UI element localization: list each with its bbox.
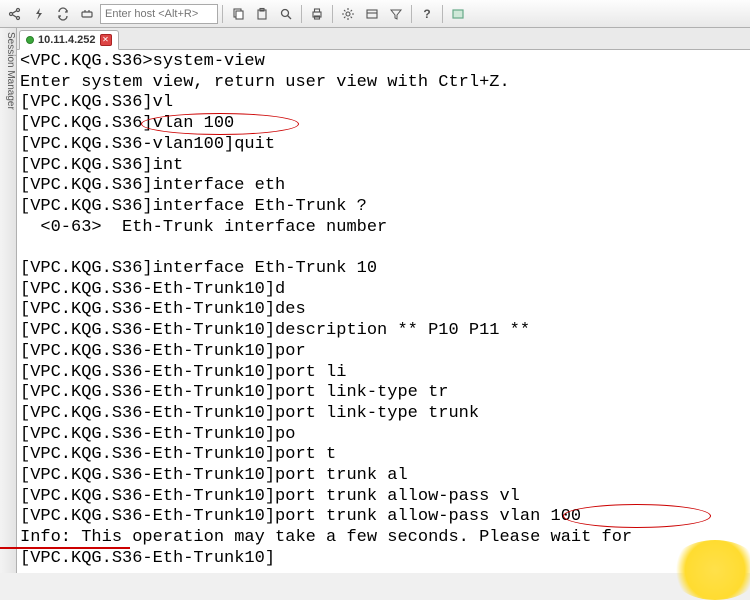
terminal-line: [VPC.KQG.S36-Eth-Trunk10]port link-type … [20,383,747,404]
toolbar-separator [442,5,443,23]
terminal-line: Info: This operation may take a few seco… [20,528,747,549]
toolbar-separator [332,5,333,23]
terminal-line: [VPC.KQG.S36]interface Eth-Trunk 10 [20,259,747,280]
terminal-line: Enter system view, return user view with… [20,73,747,94]
terminal-line: [VPC.KQG.S36-Eth-Trunk10] [20,549,747,570]
print-icon[interactable] [306,3,328,25]
toolbar: ? [0,0,750,28]
help-icon[interactable]: ? [416,3,438,25]
paste-icon[interactable] [251,3,273,25]
terminal-line: [VPC.KQG.S36]interface eth [20,176,747,197]
reconnect-icon[interactable] [52,3,74,25]
terminal-line: [VPC.KQG.S36-Eth-Trunk10]d [20,280,747,301]
disconnect-icon[interactable] [76,3,98,25]
terminal-line: [VPC.KQG.S36-Eth-Trunk10]des [20,300,747,321]
terminal-line: <0-63> Eth-Trunk interface number [20,218,747,239]
tab-close-icon[interactable]: ✕ [100,34,112,46]
terminal-line: [VPC.KQG.S36-Eth-Trunk10]port trunk allo… [20,507,747,528]
session-manager-sidebar[interactable]: Session Manager [0,28,17,573]
terminal-line: <VPC.KQG.S36>system-view [20,52,747,73]
host-input[interactable] [100,4,218,24]
session-tab[interactable]: 10.11.4.252 ✕ [19,30,119,50]
terminal-line: [VPC.KQG.S36]vl [20,93,747,114]
terminal-line: [VPC.KQG.S36-Eth-Trunk10]description ** … [20,321,747,342]
terminal-line: [VPC.KQG.S36-vlan100]quit [20,135,747,156]
session-manager-label: Session Manager [5,32,16,110]
find-icon[interactable] [275,3,297,25]
copy-icon[interactable] [227,3,249,25]
terminal-line: [VPC.KQG.S36-Eth-Trunk10]port li [20,363,747,384]
status-dot-icon [26,36,34,44]
terminal-line: [VPC.KQG.S36]int [20,156,747,177]
toolbar-separator [222,5,223,23]
session-options-icon[interactable] [361,3,383,25]
lightning-icon[interactable] [28,3,50,25]
terminal-line: [VPC.KQG.S36-Eth-Trunk10]po [20,425,747,446]
svg-text:?: ? [423,7,430,21]
terminal-line: [VPC.KQG.S36-Eth-Trunk10]por [20,342,747,363]
toolbar-separator [411,5,412,23]
terminal-output[interactable]: <VPC.KQG.S36>system-viewEnter system vie… [17,50,750,573]
terminal-line: [VPC.KQG.S36]vlan 100 [20,114,747,135]
filter-icon[interactable] [385,3,407,25]
share-icon[interactable] [4,3,26,25]
terminal-line: [VPC.KQG.S36]interface Eth-Trunk ? [20,197,747,218]
screenshot-icon[interactable] [447,3,469,25]
terminal-line [20,238,747,259]
terminal-line: [VPC.KQG.S36-Eth-Trunk10]port trunk al [20,466,747,487]
terminal-line: [VPC.KQG.S36-Eth-Trunk10]port link-type … [20,404,747,425]
settings-icon[interactable] [337,3,359,25]
tab-label: 10.11.4.252 [38,34,96,46]
toolbar-separator [301,5,302,23]
terminal-line: [VPC.KQG.S36-Eth-Trunk10]port t [20,445,747,466]
terminal-line: [VPC.KQG.S36-Eth-Trunk10]port trunk allo… [20,487,747,508]
tab-bar: 10.11.4.252 ✕ [17,28,750,50]
